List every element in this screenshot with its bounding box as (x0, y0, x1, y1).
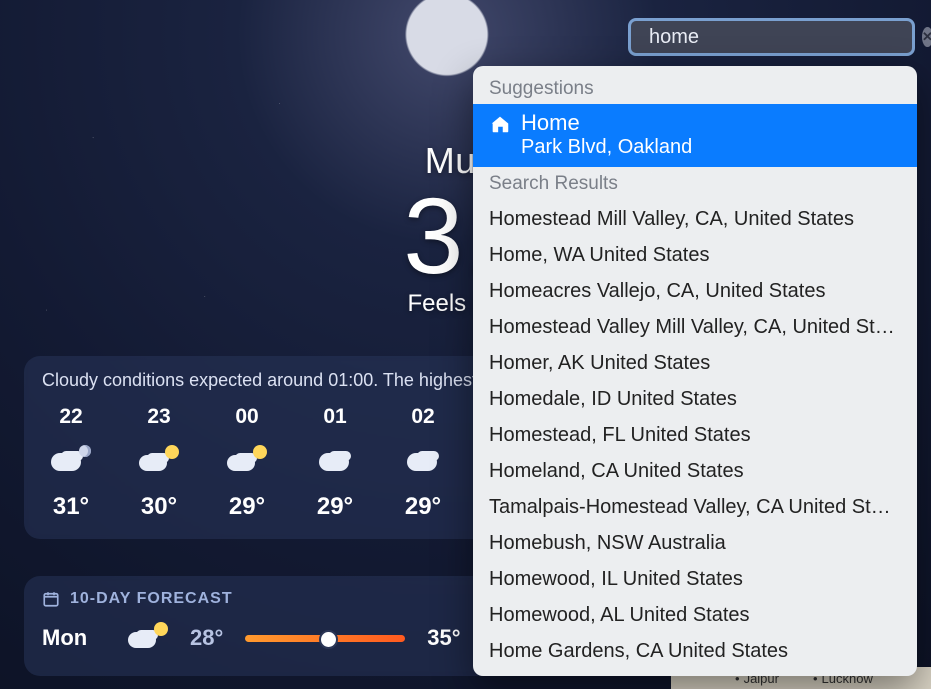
cloud-icon (403, 445, 443, 477)
hour-time: 23 (147, 405, 170, 429)
cloud-sun-icon (139, 445, 179, 477)
search-result[interactable]: Homer, AK United States (473, 345, 917, 381)
hour-time: 22 (59, 405, 82, 429)
hour-item[interactable]: 02 29° (396, 405, 450, 521)
hour-item[interactable]: 00 29° (220, 405, 274, 521)
search-result[interactable]: Home, WA United States (473, 237, 917, 273)
hour-temp: 29° (405, 493, 441, 521)
ten-day-header: 10-DAY FORECAST (70, 590, 233, 608)
search-input[interactable] (649, 26, 914, 49)
search-result[interactable]: Home Garden, CA United States (473, 669, 917, 676)
hour-temp: 29° (229, 493, 265, 521)
forecast-day: Mon (42, 625, 106, 651)
hour-temp: 29° (317, 493, 353, 521)
suggestion-title: Home (521, 110, 692, 135)
clear-search-icon[interactable]: ✕ (922, 27, 931, 47)
hour-time: 00 (235, 405, 258, 429)
calendar-icon (42, 590, 60, 608)
suggestions-header: Suggestions (473, 72, 917, 104)
results-header: Search Results (473, 167, 917, 199)
search-result[interactable]: Homebush, NSW Australia (473, 525, 917, 561)
forecast-high: 35° (427, 625, 460, 651)
hour-temp: 30° (141, 493, 177, 521)
search-result[interactable]: Home Gardens, CA United States (473, 633, 917, 669)
search-result[interactable]: Homedale, ID United States (473, 381, 917, 417)
search-result[interactable]: Homewood, IL United States (473, 561, 917, 597)
hour-item[interactable]: 23 30° (132, 405, 186, 521)
cloud-sun-icon (227, 445, 267, 477)
cloud-icon (315, 445, 355, 477)
search-result[interactable]: Homestead Mill Valley, CA, United States (473, 201, 917, 237)
search-result[interactable]: Homeacres Vallejo, CA, United States (473, 273, 917, 309)
search-field[interactable]: ✕ (628, 18, 915, 56)
search-result[interactable]: Homestead Valley Mill Valley, CA, United… (473, 309, 917, 345)
temp-range-bar (245, 635, 405, 642)
hour-item[interactable]: 01 29° (308, 405, 362, 521)
home-icon (489, 113, 511, 135)
search-result[interactable]: Tamalpais-Homestead Valley, CA United St… (473, 489, 917, 525)
hour-time: 01 (323, 405, 346, 429)
suggestion-subtitle: Park Blvd, Oakland (521, 135, 692, 159)
hour-item[interactable]: 22 31° (44, 405, 98, 521)
search-results-list: Homestead Mill Valley, CA, United States… (473, 199, 917, 676)
forecast-low: 28° (190, 625, 223, 651)
cloud-sun-icon (128, 622, 168, 654)
suggestion-home[interactable]: Home Park Blvd, Oakland (473, 104, 917, 167)
hour-time: 02 (411, 405, 434, 429)
search-result[interactable]: Homewood, AL United States (473, 597, 917, 633)
search-dropdown: Suggestions Home Park Blvd, Oakland Sear… (473, 66, 917, 676)
cloud-moon-icon (51, 445, 91, 477)
hour-temp: 31° (53, 493, 89, 521)
search-result[interactable]: Homeland, CA United States (473, 453, 917, 489)
search-result[interactable]: Homestead, FL United States (473, 417, 917, 453)
